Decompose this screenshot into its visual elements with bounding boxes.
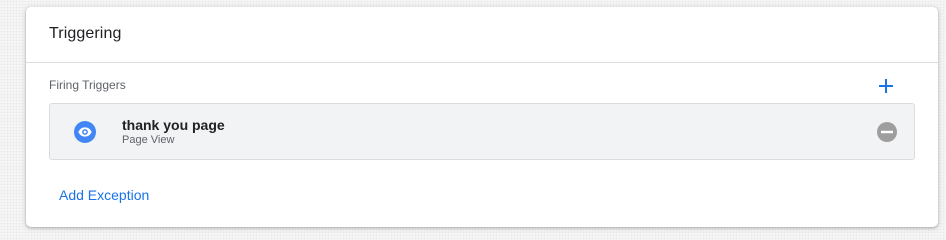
trigger-name: thank you page [122,117,225,133]
minus-circle-icon [877,122,897,142]
trigger-row[interactable]: thank you page Page View [49,103,915,160]
add-exception-link[interactable]: Add Exception [59,187,149,203]
add-trigger-button[interactable] [874,74,898,98]
card-header: Triggering [26,7,938,63]
remove-trigger-button[interactable] [876,121,898,143]
plus-icon [879,79,893,93]
card-title: Triggering [49,25,122,42]
triggering-card: Triggering Firing Triggers thank you pag… [26,7,938,227]
trigger-type: Page View [122,134,175,146]
firing-triggers-label: Firing Triggers [49,78,126,92]
trigger-type-badge [74,121,96,143]
eye-icon [78,127,92,137]
